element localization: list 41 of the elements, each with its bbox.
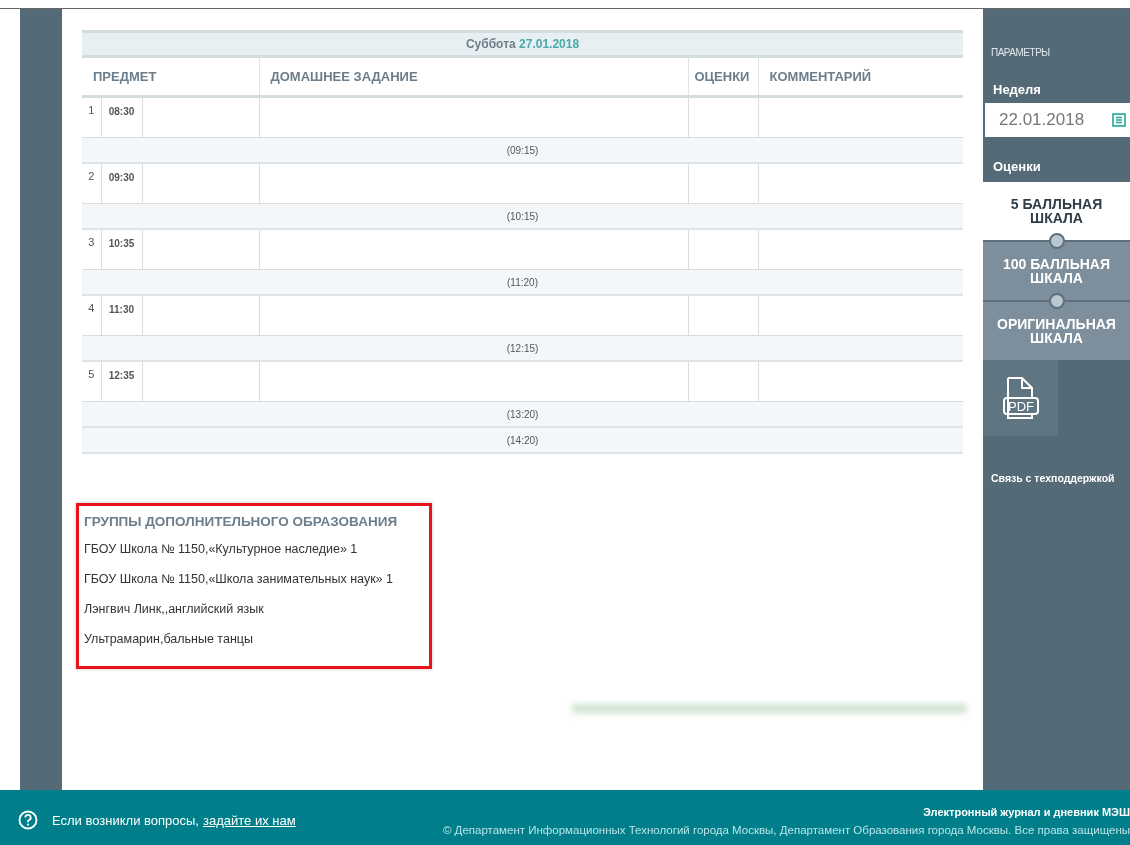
break-time: (14:20) [82,427,964,453]
grades-label: Оценки [993,159,1042,174]
app-name: Электронный журнал и дневник МЭШ [922,806,1130,818]
lesson-time: 10:35 [101,229,142,270]
scale-option[interactable]: 5 БАЛЛЬНАЯ ШКАЛА [983,182,1130,240]
day-header: Суббота 27.01.2018 [82,31,964,57]
section-title: ГРУППЫ ДОПОЛНИТЕЛЬНОГО ОБРАЗОВАНИЯ [84,514,399,531]
scale-option[interactable]: 100 БАЛЛЬНАЯ ШКАЛА [983,240,1130,300]
column-header: ОЦЕНКИ [688,56,758,97]
lesson-number: 1 [82,96,101,138]
pdf-button[interactable]: PDF [983,360,1058,436]
list-icon[interactable] [1112,113,1126,127]
week-label: Неделя [993,82,1042,97]
lesson-number: 5 [82,361,101,402]
break-time: (13:20) [82,401,964,427]
group-item: ГБОУ Школа № 1150,«Школа занимательных наук» 1 [84,572,394,588]
lesson-time: 09:30 [101,163,142,204]
lesson-time: 12:35 [101,361,142,402]
lesson-number: 2 [82,163,101,204]
break-time: (11:20) [82,269,964,295]
contact-link[interactable]: задайте их нам [202,812,296,828]
column-header: ДОМАШНЕЕ ЗАДАНИЕ [259,56,688,97]
group-item: Ультрамарин,бальные танцы [84,632,254,648]
break-time: (10:15) [82,203,964,229]
column-header: КОММЕНТАРИЙ [758,56,964,97]
group-item: ГБОУ Школа № 1150,«Культурное наследие» 1 [84,542,359,558]
break-time: (12:15) [82,335,964,361]
lesson-number: 3 [82,229,101,270]
column-header: ПРЕДМЕТ [82,56,259,97]
lesson-time: 08:30 [101,96,142,138]
copyright-text: © Департамент Информационных Технологий города Москвы, Департамент Образования города Москвы. Все права защищены [442,824,1130,836]
week-field[interactable]: 22.01.2018 [985,103,1130,137]
break-time: (09:15) [82,137,964,163]
lesson-number: 4 [82,295,101,336]
group-item: Лэнгвич Линк,,английский язык [84,602,265,618]
help-icon[interactable] [18,810,38,830]
sidebar-title: ПАРАМЕТРЫ [991,47,1051,58]
lesson-time: 11:30 [101,295,142,336]
support-link[interactable]: Связь с техподдержкой [991,472,1130,484]
scale-option[interactable]: ОРИГИНАЛЬНАЯ ШКАЛА [983,300,1130,360]
help-text: Если возникли вопросы, [52,812,199,828]
